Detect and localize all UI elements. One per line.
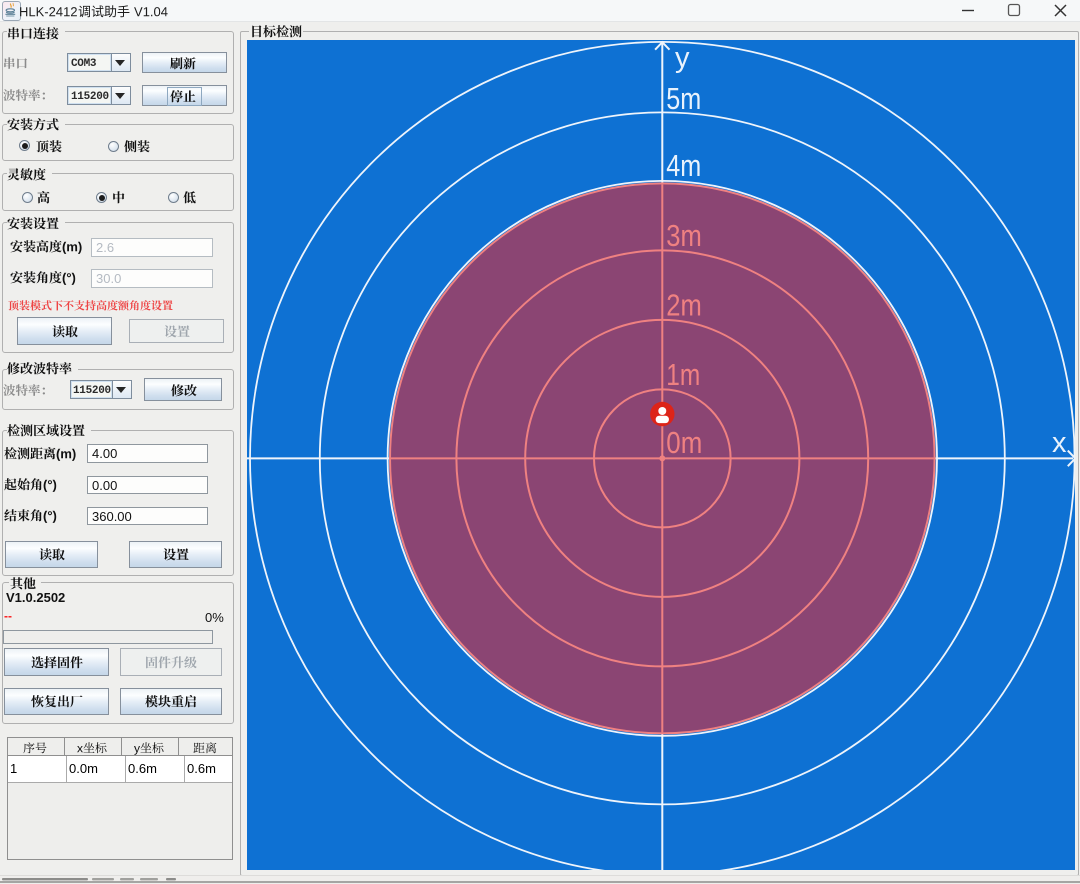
svg-text:5m: 5m bbox=[666, 81, 701, 116]
svg-text:3m: 3m bbox=[666, 218, 702, 253]
svg-text:1m: 1m bbox=[666, 357, 700, 392]
svg-text:x: x bbox=[1052, 427, 1067, 459]
svg-text:0m: 0m bbox=[666, 425, 702, 460]
svg-text:2m: 2m bbox=[666, 287, 702, 322]
svg-text:4m: 4m bbox=[666, 148, 701, 183]
svg-text:y: y bbox=[675, 42, 690, 74]
